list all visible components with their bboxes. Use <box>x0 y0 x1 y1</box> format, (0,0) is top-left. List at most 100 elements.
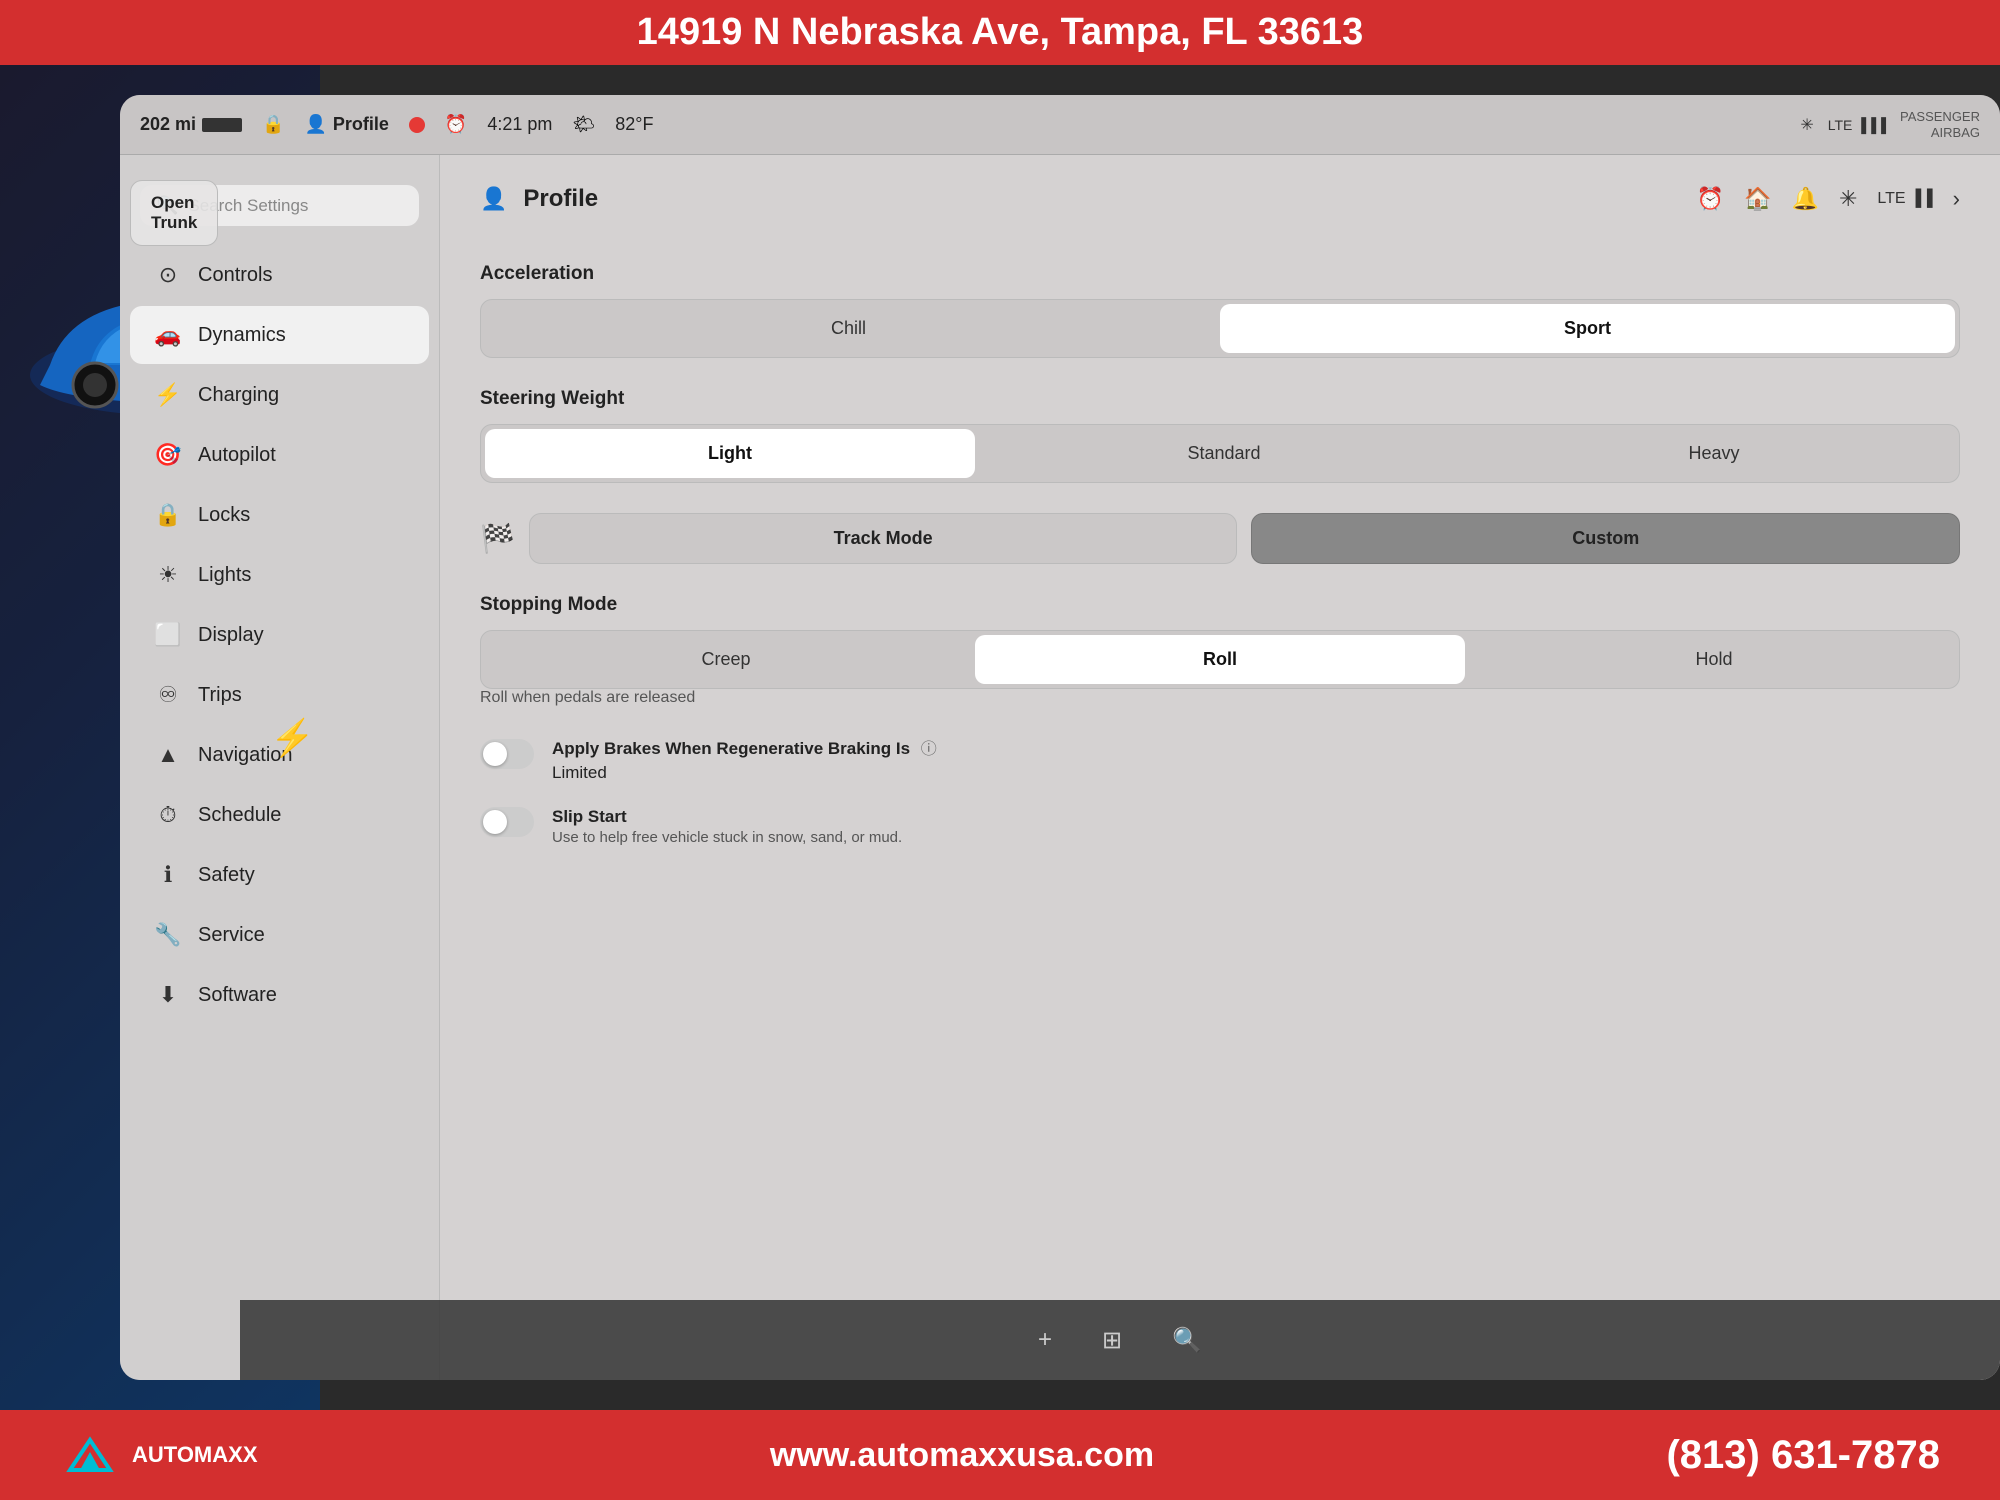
sidebar-item-service[interactable]: 🔧 Service <box>130 906 429 964</box>
sidebar-item-safety[interactable]: ℹ Safety <box>130 846 429 904</box>
main-content: 🔍 Search Settings ⊙ Controls 🚗 Dynamics … <box>120 155 2000 1380</box>
sidebar-item-display[interactable]: ⬜ Display <box>130 606 429 664</box>
taskbar-search-button[interactable]: 🔍 <box>1172 1326 1202 1355</box>
locks-icon: 🔒 <box>154 502 182 528</box>
home-icon: 🏠 <box>1744 186 1771 212</box>
dynamics-icon: 🚗 <box>154 322 182 348</box>
profile-person-icon: 👤 <box>480 186 507 212</box>
sidebar-item-lights[interactable]: ☀ Lights <box>130 546 429 604</box>
status-bar: 202 mi 🔒 👤 Profile ⏰ 4:21 pm 🌤 82°F ✳ LT… <box>120 95 2000 155</box>
service-icon: 🔧 <box>154 922 182 948</box>
battery-icon <box>202 118 242 132</box>
steering-standard-button[interactable]: Standard <box>979 425 1469 482</box>
steering-light-button[interactable]: Light <box>485 429 975 478</box>
sidebar: 🔍 Search Settings ⊙ Controls 🚗 Dynamics … <box>120 155 440 1380</box>
lock-status-icon: 🔒 <box>262 114 284 135</box>
apply-brakes-toggle-row: Apply Brakes When Regenerative Braking I… <box>480 737 1960 785</box>
acceleration-section: Acceleration Chill Sport <box>480 263 1960 358</box>
dynamics-label: Dynamics <box>198 324 286 347</box>
stopping-mode-section: Stopping Mode Creep Roll Hold Roll when … <box>480 594 1960 707</box>
charging-label: Charging <box>198 384 279 407</box>
sidebar-item-software[interactable]: ⬇ Software <box>130 966 429 1024</box>
bottom-taskbar: + ⊞ 🔍 <box>240 1300 2000 1380</box>
stopping-btn-group: Creep Roll Hold <box>480 630 1960 689</box>
acceleration-btn-group: Chill Sport <box>480 299 1960 358</box>
info-icon: ⓘ <box>921 741 937 758</box>
software-icon: ⬇ <box>154 982 182 1008</box>
record-dot <box>409 117 425 133</box>
slip-start-toggle-row: Slip Start Use to help free vehicle stuc… <box>480 805 1960 846</box>
taskbar-eq-button[interactable]: ⊞ <box>1102 1326 1122 1355</box>
software-label: Software <box>198 984 277 1007</box>
top-banner-text: 14919 N Nebraska Ave, Tampa, FL 33613 <box>637 11 1364 54</box>
bluetooth-icon: ✳ <box>1800 115 1813 135</box>
locks-label: Locks <box>198 504 250 527</box>
safety-label: Safety <box>198 864 255 887</box>
stopping-mode-title: Stopping Mode <box>480 594 1960 616</box>
right-panel: 👤 Profile ⏰ 🏠 🔔 ✳ LTE ▐▐ › Acceleration <box>440 155 2000 1380</box>
acceleration-sport-button[interactable]: Sport <box>1220 304 1955 353</box>
automaxx-label: AUTOMAXX <box>132 1442 258 1468</box>
profile-header-icons: ⏰ 🏠 🔔 ✳ LTE ▐▐ › <box>1697 186 1960 212</box>
status-right-icons: ✳ LTE ▐▐▐ PASSENGERAIRBAG <box>1800 109 1980 140</box>
track-mode-row: 🏁 Track Mode Custom <box>480 513 1960 564</box>
controls-label: Controls <box>198 264 272 287</box>
stopping-roll-button[interactable]: Roll <box>975 635 1465 684</box>
navigation-icon: ▲ <box>154 742 182 768</box>
status-time: 4:21 pm <box>487 114 552 135</box>
profile-person-icon: 👤 <box>304 114 326 135</box>
profile-header: 👤 Profile ⏰ 🏠 🔔 ✳ LTE ▐▐ › <box>480 185 1960 233</box>
bottom-website: www.automaxxusa.com <box>770 1436 1154 1475</box>
passenger-airbag-label: PASSENGERAIRBAG <box>1900 109 1980 140</box>
safety-icon: ℹ <box>154 862 182 888</box>
apply-brakes-toggle[interactable] <box>480 739 534 769</box>
sidebar-item-dynamics[interactable]: 🚗 Dynamics <box>130 306 429 364</box>
schedule-label: Schedule <box>198 804 281 827</box>
slip-start-toggle[interactable] <box>480 807 534 837</box>
alarm-icon: ⏰ <box>1697 186 1724 212</box>
bluetooth-header-icon: ✳ <box>1839 186 1857 212</box>
screen-area: ⚡ OpenTrunk + ⊞ 🔍 202 mi 🔒 👤 Profile <box>0 65 2000 1410</box>
acceleration-title: Acceleration <box>480 263 1960 285</box>
track-mode-icon: 🏁 <box>480 522 515 555</box>
sidebar-item-autopilot[interactable]: 🎯 Autopilot <box>130 426 429 484</box>
open-trunk-button[interactable]: OpenTrunk <box>130 180 218 246</box>
tesla-screen: 202 mi 🔒 👤 Profile ⏰ 4:21 pm 🌤 82°F ✳ LT… <box>120 95 2000 1380</box>
mileage-display: 202 mi <box>140 114 242 135</box>
sidebar-item-trips[interactable]: ♾ Trips <box>130 666 429 724</box>
steering-btn-group: Light Standard Heavy <box>480 424 1960 483</box>
steering-section: Steering Weight Light Standard Heavy <box>480 388 1960 483</box>
track-mode-section: 🏁 Track Mode Custom <box>480 513 1960 564</box>
sidebar-item-schedule[interactable]: ⏱ Schedule <box>130 786 429 844</box>
apply-brakes-label: Apply Brakes When Regenerative Braking I… <box>552 737 937 785</box>
top-banner: 14919 N Nebraska Ave, Tampa, FL 33613 <box>0 0 2000 65</box>
status-profile: 👤 Profile <box>304 114 388 135</box>
bottom-logo: AUTOMAXX <box>60 1430 258 1480</box>
bottom-banner: AUTOMAXX www.automaxxusa.com (813) 631-7… <box>0 1410 2000 1500</box>
custom-button[interactable]: Custom <box>1251 513 1960 564</box>
bottom-phone: (813) 631-7878 <box>1666 1433 1940 1478</box>
lights-icon: ☀ <box>154 562 182 588</box>
autopilot-label: Autopilot <box>198 444 276 467</box>
trips-icon: ♾ <box>154 682 182 708</box>
lightning-bolt-icon: ⚡ <box>270 717 315 759</box>
acceleration-chill-button[interactable]: Chill <box>481 300 1216 357</box>
sidebar-item-charging[interactable]: ⚡ Charging <box>130 366 429 424</box>
stopping-hold-button[interactable]: Hold <box>1469 631 1959 688</box>
chevron-icon: › <box>1953 186 1960 212</box>
sidebar-item-locks[interactable]: 🔒 Locks <box>130 486 429 544</box>
trips-label: Trips <box>198 684 242 707</box>
display-icon: ⬜ <box>154 622 182 648</box>
steering-title: Steering Weight <box>480 388 1960 410</box>
stopping-creep-button[interactable]: Creep <box>481 631 971 688</box>
steering-heavy-button[interactable]: Heavy <box>1469 425 1959 482</box>
profile-title: Profile <box>523 185 598 213</box>
signal-icon: LTE ▐▐▐ <box>1828 117 1886 133</box>
sidebar-item-controls[interactable]: ⊙ Controls <box>130 246 429 304</box>
track-mode-button[interactable]: Track Mode <box>529 513 1238 564</box>
open-trunk-label: OpenTrunk <box>151 193 197 232</box>
automaxx-logo-icon <box>60 1430 120 1480</box>
bell-icon: 🔔 <box>1792 186 1819 212</box>
taskbar-plus-button[interactable]: + <box>1038 1326 1052 1354</box>
status-temperature: 82°F <box>615 114 653 135</box>
